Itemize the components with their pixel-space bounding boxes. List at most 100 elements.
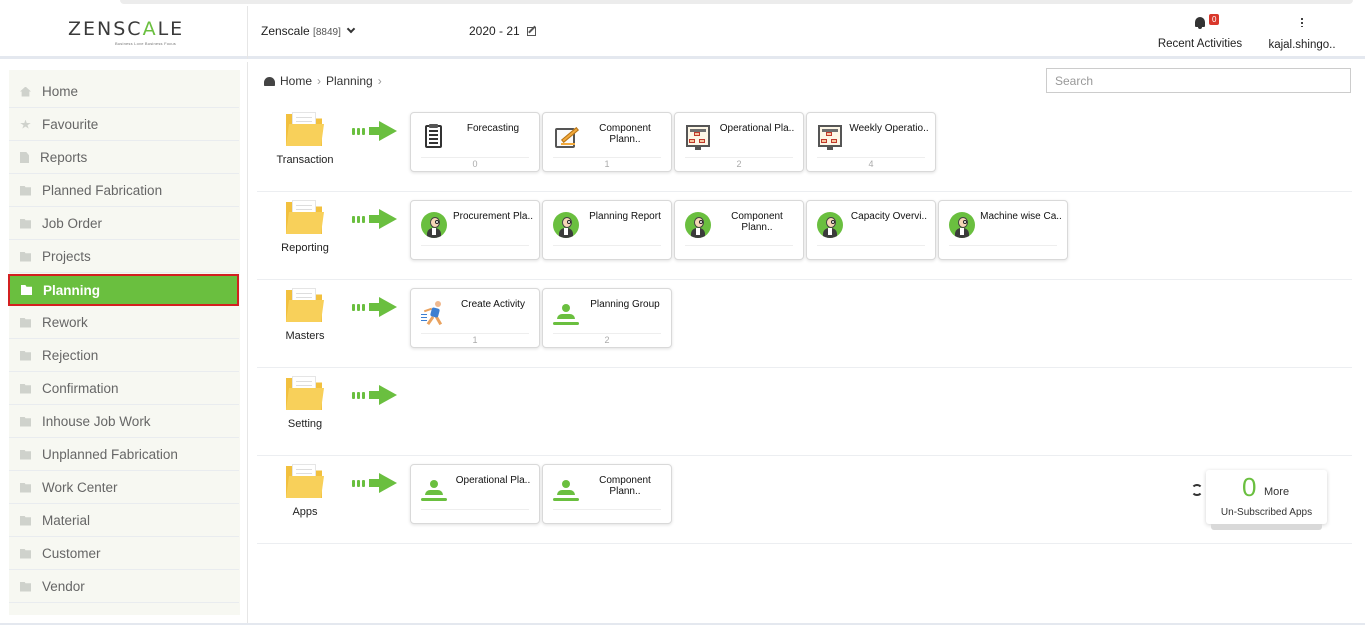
folder-icon — [20, 218, 31, 229]
app-tile[interactable]: Operational Pla.. — [410, 464, 540, 524]
kebab-menu-icon — [1301, 17, 1303, 27]
logo-tagline: Business Love Business Focus — [115, 41, 176, 46]
section-label: Apps — [292, 506, 318, 518]
tile-divider — [553, 157, 661, 158]
recent-activities[interactable]: 0 Recent Activities — [1150, 12, 1250, 50]
folder-icon — [20, 251, 31, 262]
app-tile[interactable]: Component Plann.. 1 — [542, 112, 672, 172]
tile-title: Operational Pla.. — [455, 475, 531, 486]
sidebar-item-work-center[interactable]: Work Center — [9, 472, 239, 504]
sidebar-item-planning[interactable]: Planning — [8, 274, 239, 306]
sidebar-item-label: Reports — [40, 150, 88, 165]
sidebar-item-favourite[interactable]: Favourite — [9, 109, 239, 141]
app-tile[interactable]: Create Activity 1 — [410, 288, 540, 348]
sidebar-item-unplanned-fabrication[interactable]: Unplanned Fabrication — [9, 439, 239, 471]
sidebar-item-label: Customer — [42, 546, 101, 561]
folder-icon — [20, 581, 31, 592]
sidebar-item-label: Planning — [43, 282, 100, 298]
report-face-icon — [685, 212, 711, 238]
arrow-right-icon — [352, 473, 398, 493]
user-name: kajal.shingo.. — [1268, 39, 1336, 51]
sidebar-item-rejection[interactable]: Rejection — [9, 340, 239, 372]
sidebar-item-inhouse-job-work[interactable]: Inhouse Job Work — [9, 406, 239, 438]
search-input[interactable] — [1046, 68, 1351, 93]
tile-divider — [421, 245, 529, 246]
section-label: Transaction — [276, 154, 334, 166]
folder-icon — [286, 376, 324, 410]
tile-divider — [685, 157, 793, 158]
tile-title: Procurement Pla.. — [452, 211, 534, 222]
sidebar-item-planned-fabrication[interactable]: Planned Fabrication — [9, 175, 239, 207]
sidebar-item-vendor[interactable]: Vendor — [9, 571, 239, 603]
tile-divider — [421, 333, 529, 334]
app-tile[interactable]: Planning Report — [542, 200, 672, 260]
arrow-right-icon — [352, 121, 398, 141]
tile-divider — [553, 333, 661, 334]
report-face-icon — [421, 212, 447, 238]
company-selector[interactable]: Zenscale [8849] — [261, 24, 356, 38]
app-tile[interactable]: Component Plann.. — [674, 200, 804, 260]
sidebar-item-label: Material — [42, 513, 91, 528]
home-icon — [20, 86, 31, 97]
sidebar-item-reports[interactable]: Reports — [9, 142, 239, 174]
more-apps-card[interactable]: 0 More Un-Subscribed Apps — [1206, 470, 1327, 524]
tile-divider — [949, 245, 1057, 246]
folder-icon — [20, 449, 31, 460]
tile-title: Planning Group — [590, 299, 660, 310]
app-tile[interactable]: Forecasting 0 — [410, 112, 540, 172]
tile-count: 0 — [472, 159, 478, 169]
tile-title: Component Plann.. — [599, 475, 651, 497]
chevron-down-icon — [346, 24, 356, 34]
breadcrumb: Home › Planning › — [264, 74, 387, 88]
folder-icon — [21, 285, 32, 295]
more-label: More — [1264, 486, 1290, 498]
arrow-right-icon — [352, 385, 398, 405]
dashboard-icon — [264, 76, 275, 86]
sidebar-item-confirmation[interactable]: Confirmation — [9, 373, 239, 405]
sidebar-item-label: Home — [42, 84, 79, 99]
app-tile[interactable]: Weekly Operatio.. 4 — [806, 112, 936, 172]
more-apps-shadow — [1211, 524, 1322, 530]
app-tile[interactable]: Machine wise Ca.. — [938, 200, 1068, 260]
tile-divider — [421, 157, 529, 158]
sidebar-item-home[interactable]: Home — [9, 76, 239, 108]
section-apps: Apps Operational Pla.. Component Plann.. — [257, 456, 1352, 544]
report-face-icon — [817, 212, 843, 238]
app-tile[interactable]: Planning Group 2 — [542, 288, 672, 348]
sidebar-item-label: Rejection — [42, 348, 99, 363]
tile-count: 4 — [868, 159, 874, 169]
unsubscribed-apps-label: Un-Subscribed Apps — [1220, 507, 1313, 518]
sidebar-item-material[interactable]: Material — [9, 505, 239, 537]
logo-area[interactable]: ZENSCALE Business Love Business Focus — [0, 6, 248, 59]
sidebar-item-customer[interactable]: Customer — [9, 538, 239, 570]
tile-count: 2 — [736, 159, 742, 169]
section-reporting: Reporting Procurement Pla.. Planning Repor… — [257, 192, 1352, 280]
sidebar-item-job-order[interactable]: Job Order — [9, 208, 239, 240]
folder-icon — [20, 317, 31, 328]
sidebar-item-rework[interactable]: Rework — [9, 307, 239, 339]
tile-title: Planning Report — [589, 211, 661, 222]
user-menu[interactable]: kajal.shingo.. — [1262, 12, 1342, 51]
sidebar-item-label: Inhouse Job Work — [42, 414, 151, 429]
app-tile[interactable]: Component Plann.. — [542, 464, 672, 524]
app-tile[interactable]: Capacity Overvi.. — [806, 200, 936, 260]
sidebar-item-projects[interactable]: Projects — [9, 241, 239, 273]
financial-year[interactable]: 2020 - 21 — [469, 24, 537, 38]
breadcrumb-home[interactable]: Home — [280, 74, 312, 88]
app-tile[interactable]: Operational Pla.. 2 — [674, 112, 804, 172]
folder-icon — [20, 548, 31, 559]
report-face-icon — [553, 212, 579, 238]
document-icon — [20, 152, 29, 163]
sidebar-item-label: Job Order — [42, 216, 103, 231]
notification-badge: 0 — [1209, 14, 1220, 25]
refresh-icon[interactable] — [1191, 484, 1203, 496]
edit-icon[interactable] — [527, 27, 537, 36]
tile-title: Component Plann.. — [599, 123, 651, 145]
sidebar-item-label: Vendor — [42, 579, 85, 594]
tile-title: Weekly Operatio.. — [849, 123, 929, 134]
folder-icon — [286, 288, 324, 322]
section-label: Masters — [285, 330, 325, 342]
app-tile[interactable]: Procurement Pla.. — [410, 200, 540, 260]
folder-icon — [20, 383, 31, 394]
section-setting: Setting — [257, 368, 1352, 456]
